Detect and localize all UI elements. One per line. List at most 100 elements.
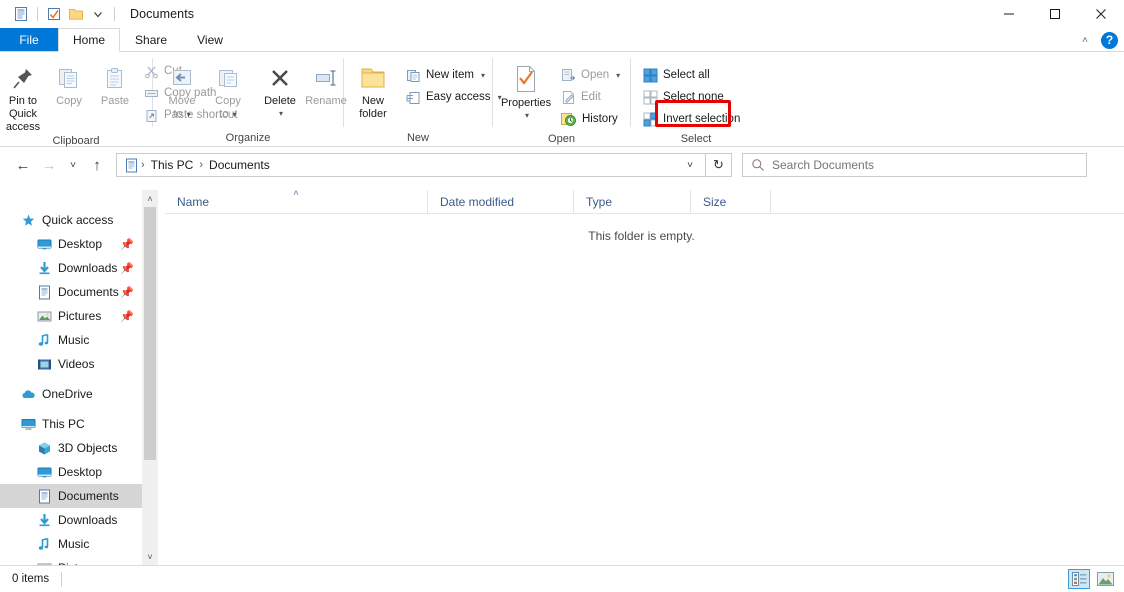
sidebar-item-documents-qa[interactable]: Documents 📌 bbox=[0, 280, 142, 304]
sidebar-item-desktop-qa[interactable]: Desktop 📌 bbox=[0, 232, 142, 256]
file-list[interactable]: This folder is empty. bbox=[159, 214, 1124, 565]
pin-icon[interactable]: 📌 bbox=[120, 310, 134, 323]
sidebar-item-label: 3D Objects bbox=[58, 441, 117, 455]
pin-icon[interactable]: 📌 bbox=[120, 238, 134, 251]
edit-button[interactable]: Edit bbox=[557, 86, 624, 108]
new-folder-button[interactable]: New folder bbox=[350, 56, 396, 121]
breadcrumb-item-documents[interactable]: Documents bbox=[205, 158, 274, 172]
sidebar-item-pictures-qa[interactable]: Pictures 📌 bbox=[0, 304, 142, 328]
recent-locations-button[interactable]: ˅ bbox=[62, 152, 84, 178]
large-icons-view-button[interactable] bbox=[1094, 569, 1116, 589]
navigation-pane-scrollbar[interactable]: ˄ ˅ bbox=[142, 190, 158, 565]
navigation-pane[interactable]: Quick access Desktop 📌 Downloads � bbox=[0, 190, 142, 565]
history-button[interactable]: History bbox=[557, 108, 624, 130]
maximize-button[interactable] bbox=[1032, 0, 1078, 28]
properties-icon[interactable] bbox=[10, 3, 32, 25]
tab-file[interactable]: File bbox=[0, 28, 58, 51]
column-header-name[interactable]: ˄ Name bbox=[165, 190, 427, 214]
new-item-caret-icon[interactable]: ▾ bbox=[481, 71, 485, 80]
documents-icon bbox=[36, 284, 52, 300]
scrollbar-thumb[interactable] bbox=[144, 207, 156, 460]
sidebar-item-downloads-qa[interactable]: Downloads 📌 bbox=[0, 256, 142, 280]
folder-icon[interactable] bbox=[65, 3, 87, 25]
new-item-label: New item bbox=[426, 69, 474, 81]
sidebar-item-onedrive[interactable]: OneDrive bbox=[0, 382, 142, 406]
ribbon-group-label-open: Open bbox=[493, 130, 630, 147]
breadcrumb-sep-1: › bbox=[197, 159, 205, 171]
search-input[interactable]: Search Documents bbox=[742, 153, 1087, 177]
column-header-size[interactable]: Size bbox=[690, 190, 770, 214]
column-header-date-modified[interactable]: Date modified bbox=[427, 190, 573, 214]
rename-button[interactable]: Rename bbox=[303, 56, 349, 108]
customize-caret-icon[interactable] bbox=[87, 3, 109, 25]
sidebar-item-label: Documents bbox=[58, 285, 119, 299]
close-button[interactable] bbox=[1078, 0, 1124, 28]
new-folder-check-icon[interactable] bbox=[43, 3, 65, 25]
copy-to-label-2: to bbox=[219, 108, 228, 121]
copy-button[interactable]: Copy bbox=[46, 56, 92, 108]
new-small-buttons: New item ▾ Easy access ▾ bbox=[402, 56, 506, 108]
move-to-caret-icon[interactable]: ▾ bbox=[187, 110, 191, 120]
minimize-button[interactable] bbox=[986, 0, 1032, 28]
sidebar-item-music-qa[interactable]: Music bbox=[0, 328, 142, 352]
collapse-ribbon-icon[interactable]: ˄ bbox=[1077, 35, 1093, 46]
up-button[interactable]: ↑ bbox=[84, 152, 110, 178]
move-to-button[interactable]: Move to ▾ bbox=[159, 56, 205, 121]
select-all-button[interactable]: Select all bbox=[639, 64, 744, 86]
refresh-button[interactable]: ↻ bbox=[706, 153, 732, 177]
tab-share[interactable]: Share bbox=[120, 28, 182, 51]
breadcrumb-sep-0: › bbox=[139, 159, 147, 171]
invert-selection-button[interactable]: Invert selection bbox=[639, 108, 744, 130]
new-item-button[interactable]: New item ▾ bbox=[402, 64, 506, 86]
easy-access-button[interactable]: Easy access ▾ bbox=[402, 86, 506, 108]
sidebar-item-this-pc[interactable]: This PC bbox=[0, 412, 142, 436]
qat-separator-1 bbox=[37, 7, 38, 21]
sidebar-item-downloads[interactable]: Downloads bbox=[0, 508, 142, 532]
sidebar-item-music[interactable]: Music bbox=[0, 532, 142, 556]
tab-home[interactable]: Home bbox=[58, 28, 120, 52]
sidebar-item-label: Quick access bbox=[42, 213, 113, 227]
delete-caret-icon[interactable]: ▾ bbox=[279, 109, 283, 119]
scroll-down-icon[interactable]: ˅ bbox=[147, 548, 152, 565]
ribbon-group-label-clipboard: Clipboard bbox=[0, 135, 152, 147]
pin-icon[interactable]: 📌 bbox=[120, 286, 134, 299]
sidebar-item-videos-qa[interactable]: Videos bbox=[0, 352, 142, 376]
quick-access-toolbar bbox=[0, 0, 120, 28]
sidebar-item-label: OneDrive bbox=[42, 387, 93, 401]
select-none-button[interactable]: Select none bbox=[639, 86, 744, 108]
copy-to-caret-icon[interactable]: ▾ bbox=[233, 110, 237, 120]
properties-caret-icon[interactable]: ▾ bbox=[525, 111, 529, 121]
open-caret-icon[interactable]: ▾ bbox=[616, 71, 620, 80]
sidebar-item-pictures[interactable]: Pictures bbox=[0, 556, 142, 565]
sidebar-item-quick-access[interactable]: Quick access bbox=[0, 208, 142, 232]
pin-to-quick-access-label-1: Pin to Quick bbox=[6, 95, 40, 121]
help-icon[interactable]: ? bbox=[1101, 32, 1118, 49]
onedrive-cloud-icon bbox=[20, 386, 36, 402]
ribbon-group-label-organize: Organize bbox=[153, 129, 343, 147]
breadcrumb-dropdown-icon[interactable]: ˅ bbox=[681, 160, 699, 171]
tab-view[interactable]: View bbox=[182, 28, 238, 51]
sidebar-item-3d-objects[interactable]: 3D Objects bbox=[0, 436, 142, 460]
history-label: History bbox=[582, 113, 618, 125]
delete-button[interactable]: Delete ▾ bbox=[257, 56, 303, 119]
breadcrumb[interactable]: › This PC › Documents ˅ bbox=[116, 153, 706, 177]
breadcrumb-item-this-pc[interactable]: This PC bbox=[147, 158, 198, 172]
open-button[interactable]: Open ▾ bbox=[557, 64, 624, 86]
back-button[interactable]: ← bbox=[10, 152, 36, 178]
pin-icon[interactable]: 📌 bbox=[120, 262, 134, 275]
forward-button[interactable]: → bbox=[36, 152, 62, 178]
ribbon-group-organize: Move to ▾ bbox=[153, 52, 343, 147]
move-to-icon bbox=[169, 66, 195, 92]
sidebar-item-documents[interactable]: Documents bbox=[0, 484, 142, 508]
column-header-type[interactable]: Type bbox=[573, 190, 690, 214]
column-header-empty[interactable] bbox=[770, 190, 1020, 214]
properties-button[interactable]: Properties ▾ bbox=[497, 56, 555, 121]
paste-button[interactable]: Paste bbox=[92, 56, 138, 108]
copy-to-button[interactable]: Copy to ▾ bbox=[205, 56, 251, 121]
details-view-button[interactable] bbox=[1068, 569, 1090, 589]
pin-to-quick-access-button[interactable]: Pin to Quick access bbox=[0, 56, 46, 135]
properties-label: Properties bbox=[501, 97, 551, 110]
sidebar-item-desktop[interactable]: Desktop bbox=[0, 460, 142, 484]
scroll-up-icon[interactable]: ˄ bbox=[147, 190, 152, 207]
pin-to-quick-access-label-2: access bbox=[6, 121, 40, 134]
